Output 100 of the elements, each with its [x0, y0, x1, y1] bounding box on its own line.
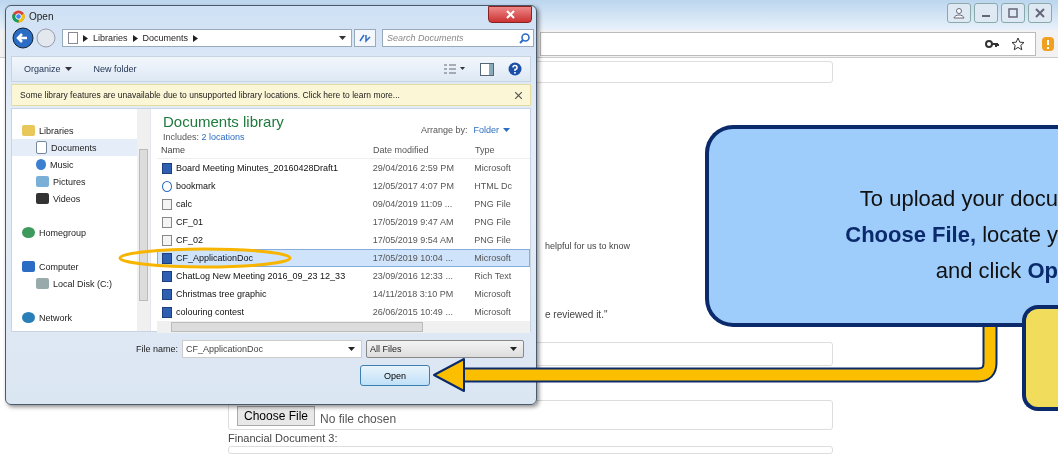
- maximize-icon[interactable]: [1001, 3, 1025, 23]
- info-message[interactable]: Some library features are unavailable due to unsupported library locations. Click here to learn more...: [20, 90, 400, 100]
- file-date: 17/05/2019 10:04 ...: [371, 253, 454, 263]
- toolbar-button[interactable]: Organize: [20, 62, 76, 76]
- chevron-icon: [193, 34, 199, 42]
- file-icon: [162, 162, 172, 174]
- close-button[interactable]: [488, 6, 532, 23]
- nav-item[interactable]: Local Disk (C:): [12, 275, 137, 292]
- file-type: Microsoft: [473, 289, 512, 299]
- field-label: Financial Document 3:: [228, 432, 338, 444]
- app-icon: [12, 9, 25, 23]
- info-bar[interactable]: Some library features are unavailable due to unsupported library locations. Click here to learn more...: [11, 84, 531, 106]
- file-row[interactable]: ChatLog New Meeting 2016_09_23 12_33 23/09/2016 12:33 ... Rich Text: [157, 267, 530, 285]
- chevron-icon: [83, 34, 88, 42]
- file-icon: [162, 198, 172, 210]
- file-name: Board Meeting Minutes_20160428Draft1: [158, 162, 369, 174]
- nav-item[interactable]: Videos: [12, 190, 137, 207]
- refresh-button[interactable]: [354, 29, 376, 47]
- file-name: colouring contest: [158, 306, 369, 318]
- caret-icon: [510, 347, 517, 351]
- file-name-label: File name:: [135, 344, 178, 354]
- close-icon[interactable]: [515, 91, 522, 99]
- file-row[interactable]: CF_01 17/05/2019 9:47 AM PNG File: [157, 213, 530, 231]
- breadcrumb-item[interactable]: Documents: [142, 33, 189, 43]
- file-status-text: No file chosen: [320, 412, 397, 426]
- library-title: Documents library: [163, 113, 284, 130]
- choose-file-button[interactable]: Choose File: [237, 406, 316, 426]
- file-row[interactable]: CF_02 17/05/2019 9:54 AM PNG File: [157, 231, 530, 249]
- file-type: Microsoft: [473, 253, 512, 263]
- file-input-field[interactable]: [228, 446, 833, 454]
- close-icon: [505, 10, 515, 19]
- user-icon[interactable]: [947, 3, 971, 23]
- caret-icon: [64, 67, 72, 71]
- file-icon: [162, 180, 172, 192]
- file-row[interactable]: Board Meeting Minutes_20160428Draft1 29/04/2016 2:59 PM Microsoft: [157, 159, 530, 177]
- locations-link[interactable]: 2 locations: [201, 132, 245, 142]
- arrange-dropdown[interactable]: Folder: [473, 125, 510, 135]
- nav-item[interactable]: Music: [12, 156, 137, 173]
- open-button[interactable]: Open: [360, 365, 430, 386]
- location-icon: [22, 312, 35, 323]
- location-icon: [36, 176, 49, 187]
- file-type: PNG File: [473, 199, 512, 209]
- nav-item[interactable]: Documents: [12, 139, 137, 156]
- location-icon: [22, 125, 35, 136]
- file-row[interactable]: bookmark 12/05/2017 4:07 PM HTML Dc: [157, 177, 530, 195]
- close-icon[interactable]: [1028, 3, 1052, 23]
- column-header[interactable]: Date modified: [368, 145, 472, 155]
- refresh-icon: [359, 33, 371, 43]
- search-field[interactable]: Search Documents: [382, 29, 534, 47]
- scrollbar[interactable]: [137, 109, 150, 331]
- location-icon: [36, 159, 46, 170]
- star-icon[interactable]: [1011, 36, 1025, 51]
- toolbar-button[interactable]: New folder: [89, 62, 141, 76]
- file-type: Microsoft: [473, 163, 512, 173]
- file-row[interactable]: CF_ApplicationDoc 17/05/2019 10:04 ... Microsoft: [157, 249, 530, 267]
- dialog-title: Open: [29, 10, 54, 22]
- location-icon: [22, 261, 35, 272]
- back-icon[interactable]: [12, 27, 34, 49]
- file-icon: [162, 216, 172, 228]
- file-date: 23/09/2016 12:33 ...: [371, 271, 454, 281]
- minimize-icon[interactable]: [974, 3, 998, 23]
- file-date: 17/05/2019 9:54 AM: [371, 235, 455, 245]
- instruction-text: To upload your docu Choose File, locate y and click Op: [844, 185, 1058, 285]
- scrollbar[interactable]: [157, 321, 530, 333]
- file-type: Microsoft: [473, 307, 512, 317]
- file-name-field[interactable]: CF_ApplicationDoc: [182, 340, 362, 358]
- view-options-icon[interactable]: [444, 64, 466, 74]
- file-type-dropdown[interactable]: All Files: [366, 340, 524, 358]
- file-name: CF_02: [158, 234, 369, 246]
- nav-item[interactable]: Libraries: [12, 122, 137, 139]
- file-row[interactable]: colouring contest 26/06/2015 10:49 ... Microsoft: [157, 303, 530, 321]
- file-icon: [162, 270, 172, 282]
- location-icon: [22, 227, 35, 238]
- column-header[interactable]: Type: [471, 145, 530, 155]
- nav-item[interactable]: Pictures: [12, 173, 137, 190]
- folder-icon: [68, 32, 78, 44]
- file-icon: [162, 306, 172, 318]
- caret-icon[interactable]: [339, 36, 346, 40]
- preview-pane-icon[interactable]: [480, 62, 494, 76]
- file-icon: [162, 234, 172, 246]
- caret-icon[interactable]: [348, 347, 355, 351]
- file-name: CF_01: [158, 216, 369, 228]
- location-icon: [36, 278, 49, 289]
- key-icon[interactable]: [985, 38, 999, 49]
- nav-item[interactable]: Homegroup: [12, 224, 137, 241]
- help-icon[interactable]: [508, 62, 522, 76]
- breadcrumb-bar[interactable]: Libraries Documents: [62, 29, 352, 47]
- file-name: bookmark: [158, 180, 369, 192]
- file-type: PNG File: [473, 217, 512, 227]
- file-icon: [162, 288, 172, 300]
- nav-item[interactable]: Network: [12, 309, 137, 326]
- nav-item[interactable]: Computer: [12, 258, 137, 275]
- file-name: ChatLog New Meeting 2016_09_23 12_33: [158, 270, 369, 282]
- file-row[interactable]: calc 09/04/2019 11:09 ... PNG File: [157, 195, 530, 213]
- file-type: PNG File: [473, 235, 512, 245]
- file-date: 26/06/2015 10:49 ...: [371, 307, 454, 317]
- breadcrumb-item[interactable]: Libraries: [93, 33, 128, 43]
- file-name: Christmas tree graphic: [158, 288, 369, 300]
- file-row[interactable]: Christmas tree graphic 14/11/2018 3:10 PM Microsoft: [157, 285, 530, 303]
- column-header[interactable]: Name: [157, 145, 369, 155]
